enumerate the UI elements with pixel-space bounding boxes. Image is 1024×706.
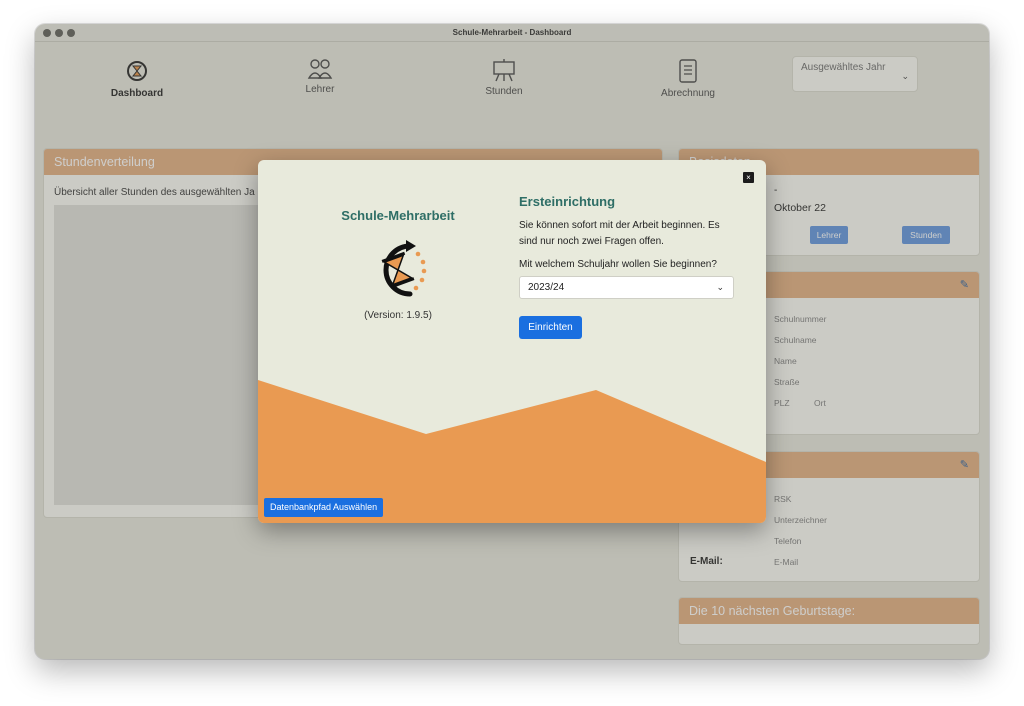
version-label: (Version: 1.9.5) — [364, 310, 432, 321]
setup-title: Ersteinrichtung — [519, 194, 616, 209]
chevron-down-icon: ⌄ — [716, 282, 724, 292]
app-brand-name: Schule-Mehrarbeit — [341, 208, 455, 223]
hourglass-logo-icon — [381, 240, 427, 297]
schoolyear-select[interactable]: 2023/24 ⌄ — [519, 276, 734, 299]
setup-dialog: × Schule-Mehrarbeit (Version: 1.9.5) Ers… — [258, 160, 766, 523]
select-database-path-button[interactable]: Datenbankpfad Auswählen — [264, 498, 384, 517]
setup-description: Sie können sofort mit der Arbeit beginne… — [519, 220, 720, 247]
schoolyear-question: Mit welchem Schuljahr wollen Sie beginne… — [519, 259, 717, 270]
einrichten-button[interactable]: Einrichten — [519, 316, 582, 339]
close-icon[interactable]: × — [743, 172, 754, 183]
schoolyear-selected-value: 2023/24 — [528, 282, 565, 293]
